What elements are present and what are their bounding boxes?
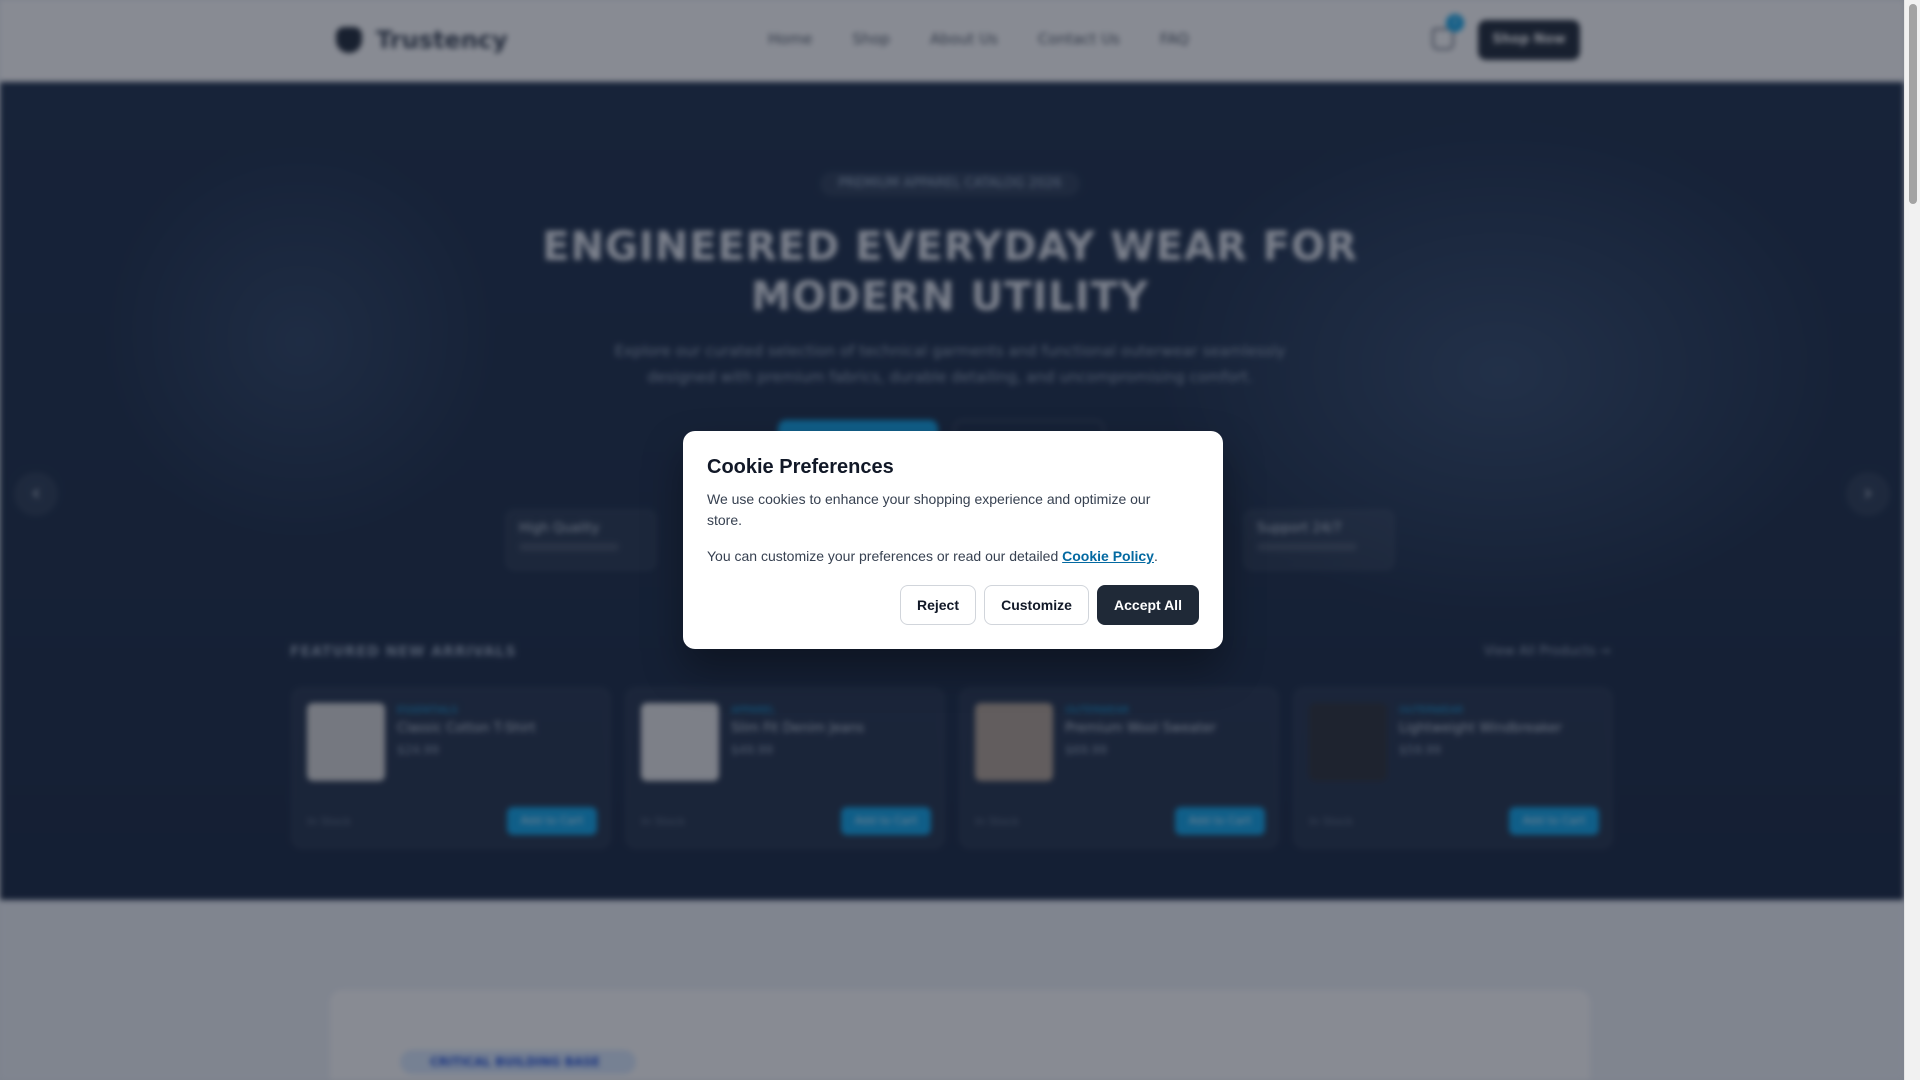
reject-button[interactable]: Reject xyxy=(900,585,976,625)
cookie-policy-link[interactable]: Cookie Policy xyxy=(1062,548,1154,564)
dialog-title: Cookie Preferences xyxy=(707,456,894,478)
cookie-intro-text: We use cookies to enhance your shopping … xyxy=(707,491,1151,528)
scrollbar-thumb[interactable] xyxy=(1909,4,1917,204)
policy-text-suffix: . xyxy=(1153,548,1158,564)
dialog-actions: Reject Customize Accept All xyxy=(900,585,1199,625)
page-scrollbar[interactable] xyxy=(1904,0,1920,1080)
accept-all-button[interactable]: Accept All xyxy=(1097,585,1199,625)
cookie-preferences-dialog: Cookie Preferences We use cookies to enh… xyxy=(683,431,1223,649)
policy-text-prefix: You can customize your preferences or re… xyxy=(707,548,1063,564)
customize-button[interactable]: Customize xyxy=(984,585,1089,625)
cookie-policy-text: You can customize your preferences or re… xyxy=(707,546,1199,567)
